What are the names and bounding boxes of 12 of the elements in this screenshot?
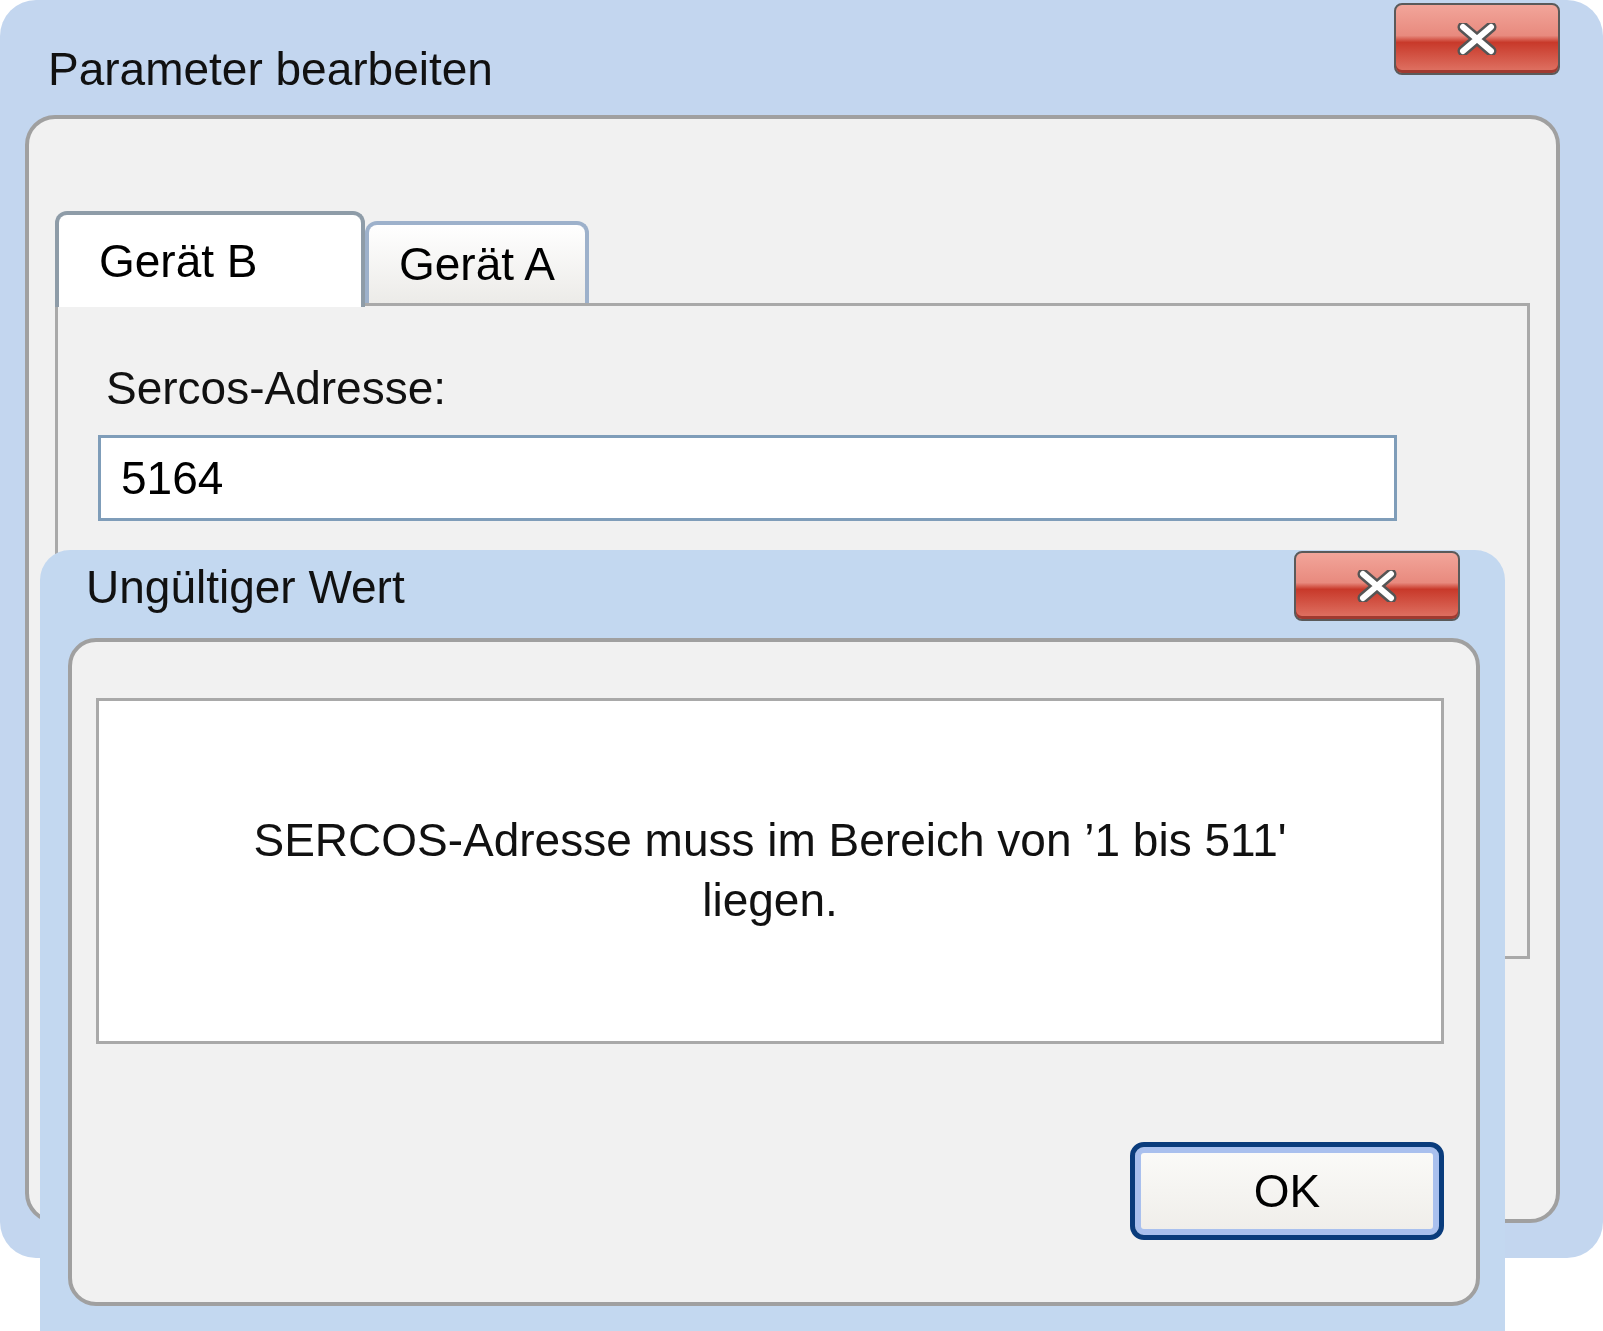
close-button[interactable] xyxy=(1294,551,1460,621)
error-message: SERCOS-Adresse muss im Bereich von ’1 bis 511' liegen. xyxy=(252,813,1288,928)
close-button[interactable] xyxy=(1394,3,1560,75)
window-title: Parameter bearbeiten xyxy=(48,42,493,96)
close-icon xyxy=(1357,570,1397,602)
field-label: Sercos-Adresse: xyxy=(106,361,447,415)
tab[interactable]: Gerät B xyxy=(55,211,365,307)
dialog-title: Ungültiger Wert xyxy=(86,560,405,614)
tab[interactable]: Gerät A xyxy=(365,221,589,303)
close-icon xyxy=(1457,23,1497,55)
input-field[interactable]: 5164 xyxy=(98,435,1397,521)
ok-button[interactable]: OK xyxy=(1130,1142,1444,1240)
